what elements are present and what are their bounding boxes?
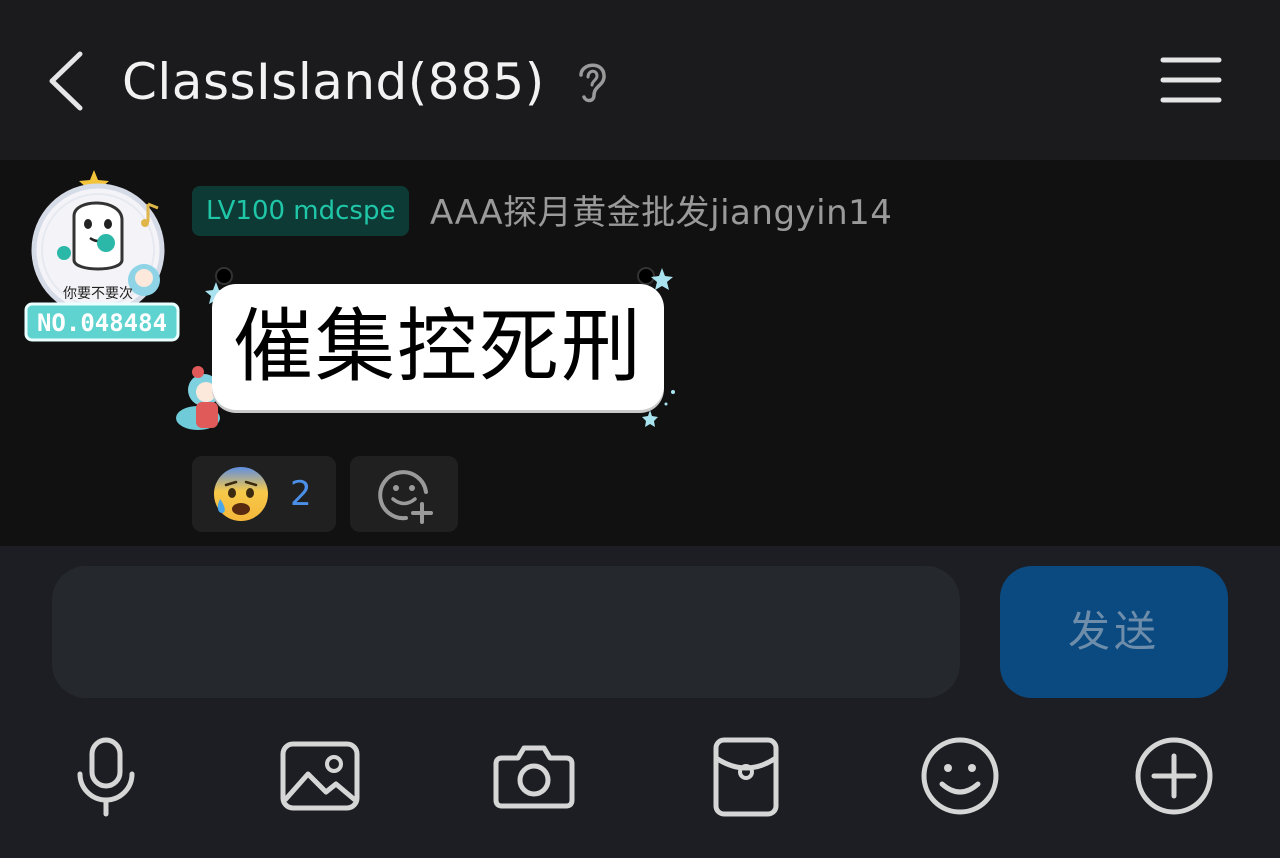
message-bubble[interactable]: 催集控死刑 (212, 284, 664, 410)
hamburger-menu-icon[interactable] (1160, 56, 1222, 104)
sender-avatar[interactable]: 你要不要次 NO.048484 (24, 168, 184, 348)
more-button[interactable] (1132, 734, 1216, 818)
message-input[interactable] (52, 566, 960, 698)
send-button[interactable]: 发送 (1000, 566, 1228, 698)
chevron-left-icon[interactable] (44, 48, 88, 114)
reaction-chip[interactable] (192, 456, 336, 532)
reaction-count: 2 (290, 474, 312, 514)
chat-title: ClassIsland(885) (122, 53, 545, 111)
chat-header: ClassIsland(885) (0, 0, 1280, 160)
image-button[interactable] (278, 734, 362, 818)
ear-icon[interactable] (574, 58, 610, 104)
microphone-icon (77, 737, 135, 817)
voice-button[interactable] (64, 734, 148, 818)
emoji-button[interactable] (918, 734, 1002, 818)
camera-icon (493, 745, 575, 809)
red-packet-icon (713, 737, 779, 817)
emoji-icon (921, 737, 999, 815)
camera-button[interactable] (492, 734, 576, 818)
add-reaction-icon (378, 470, 433, 524)
avatar-plate-text: NO.048484 (37, 309, 167, 337)
anxious-face-with-sweat-icon (214, 467, 268, 521)
red-packet-button[interactable] (704, 734, 788, 818)
add-reaction-button[interactable] (350, 456, 458, 532)
level-badge: LV100 mdcspe (192, 186, 410, 236)
image-icon (280, 741, 360, 811)
composer: 发送 (0, 546, 1280, 858)
message-text: 催集控死刑 (233, 300, 643, 393)
message-list: 你要不要次 NO.048484 LV100 mdcspe AAA探月黄金批发ji… (0, 160, 1280, 546)
sender-name[interactable]: AAA探月黄金批发jiangyin14 (430, 188, 892, 238)
avatar-caption: 你要不要次 (63, 286, 133, 302)
plus-icon (1135, 737, 1213, 815)
